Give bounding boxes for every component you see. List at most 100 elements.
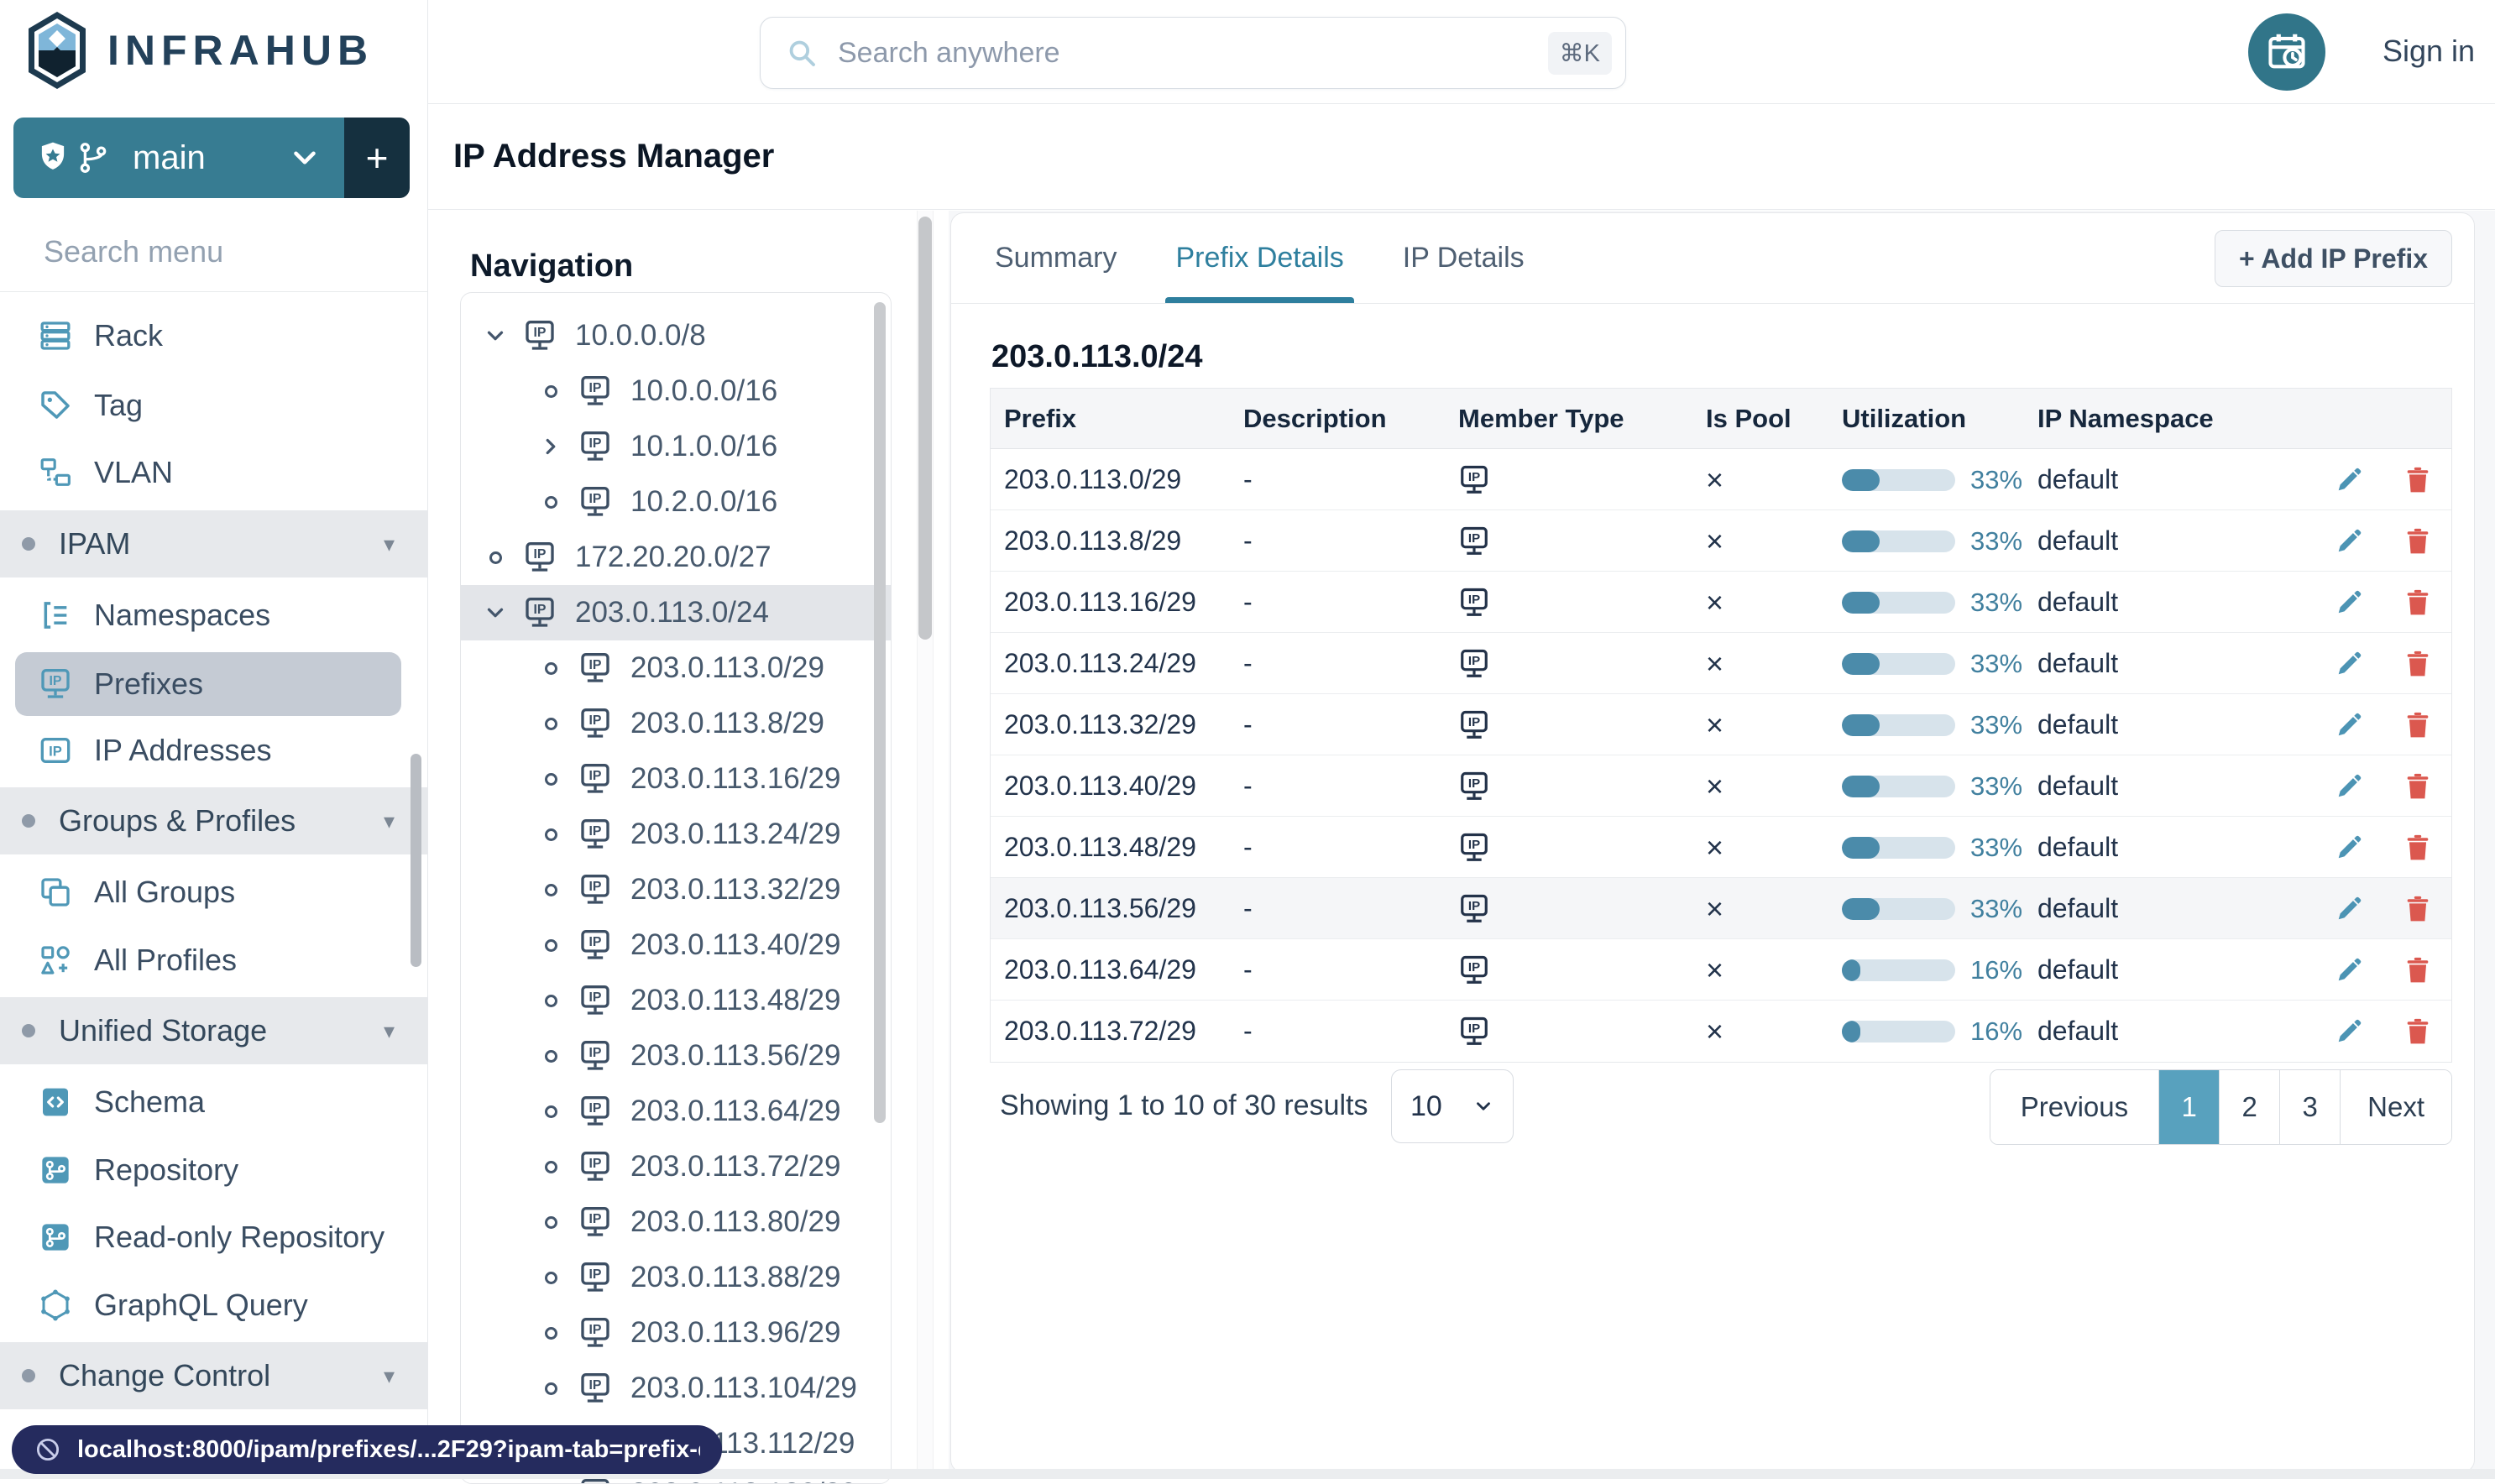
delete-icon[interactable] bbox=[2403, 955, 2433, 985]
sidebar-item-schema[interactable]: Schema bbox=[0, 1069, 428, 1136]
branch-dropdown[interactable]: main bbox=[13, 118, 344, 198]
edit-icon[interactable] bbox=[2334, 894, 2364, 924]
table-row[interactable]: 203.0.113.16/29 - × 33% default bbox=[991, 572, 2451, 633]
tab-summary[interactable]: Summary bbox=[995, 213, 1117, 303]
delete-icon[interactable] bbox=[2403, 649, 2433, 679]
tree-item[interactable]: 10.0.0.0/8 bbox=[461, 308, 891, 363]
table-row-hovered[interactable]: 203.0.113.56/29 - × 33% default bbox=[991, 878, 2451, 939]
table-row[interactable]: 203.0.113.8/29 - × 33% default bbox=[991, 510, 2451, 572]
time-travel-button[interactable] bbox=[2248, 13, 2325, 91]
tree-item-selected[interactable]: 203.0.113.0/24 bbox=[461, 585, 891, 640]
table-row[interactable]: 203.0.113.48/29 - × 33% default bbox=[991, 817, 2451, 878]
table-footer: Showing 1 to 10 of 30 results 10 Previou… bbox=[990, 1069, 2452, 1145]
chevron-down-icon[interactable] bbox=[481, 321, 510, 350]
sidebar-item-all-profiles[interactable]: All Profiles bbox=[0, 927, 428, 994]
sidebar-item-namespaces[interactable]: Namespaces bbox=[0, 582, 428, 649]
sidebar-item-all-groups[interactable]: All Groups bbox=[0, 859, 428, 926]
delete-icon[interactable] bbox=[2403, 526, 2433, 556]
tree-item[interactable]: 203.0.113.64/29 bbox=[461, 1084, 891, 1139]
tree-item[interactable]: 203.0.113.0/29 bbox=[461, 640, 891, 696]
sidebar-item-rack[interactable]: Rack bbox=[0, 302, 428, 369]
chevron-down-icon[interactable] bbox=[481, 598, 510, 627]
previous-page-button[interactable]: Previous bbox=[1990, 1070, 2159, 1144]
tree-item[interactable]: 203.0.113.32/29 bbox=[461, 862, 891, 917]
table-row[interactable]: 203.0.113.24/29 - × 33% default bbox=[991, 633, 2451, 694]
panel-scrollbar[interactable] bbox=[918, 217, 932, 640]
tree-item[interactable]: 203.0.113.40/29 bbox=[461, 917, 891, 973]
sidebar-item-repository[interactable]: Repository bbox=[0, 1137, 428, 1204]
edit-icon[interactable] bbox=[2334, 526, 2364, 556]
utilization-bar bbox=[1842, 591, 1955, 614]
tree-item[interactable]: 203.0.113.96/29 bbox=[461, 1305, 891, 1361]
tree-item[interactable]: 10.2.0.0/16 bbox=[461, 474, 891, 530]
delete-icon[interactable] bbox=[2403, 465, 2433, 495]
page-3-button[interactable]: 3 bbox=[2279, 1070, 2341, 1144]
tree-item[interactable]: 203.0.113.56/29 bbox=[461, 1028, 891, 1084]
tree-item[interactable]: 10.1.0.0/16 bbox=[461, 419, 891, 474]
tree-item[interactable]: 203.0.113.16/29 bbox=[461, 751, 891, 807]
delete-icon[interactable] bbox=[2403, 1016, 2433, 1047]
sidebar-item-readonly-repository[interactable]: Read-only Repository bbox=[0, 1204, 428, 1271]
tab-prefix-details[interactable]: Prefix Details bbox=[1165, 213, 1355, 303]
table-row[interactable]: 203.0.113.0/29 - × 33% default bbox=[991, 449, 2451, 510]
sidebar-item-ip-addresses[interactable]: IP Addresses bbox=[0, 717, 428, 784]
brand-logo[interactable]: INFRAHUB bbox=[25, 10, 374, 91]
table-row[interactable]: 203.0.113.32/29 - × 33% default bbox=[991, 694, 2451, 755]
page-1-button[interactable]: 1 bbox=[2158, 1070, 2220, 1144]
tree-item[interactable]: 203.0.113.80/29 bbox=[461, 1194, 891, 1250]
delete-icon[interactable] bbox=[2403, 833, 2433, 863]
table-row[interactable]: 203.0.113.64/29 - × 16% default bbox=[991, 939, 2451, 1001]
tree-item[interactable]: 203.0.113.48/29 bbox=[461, 973, 891, 1028]
ip-addresses-icon bbox=[39, 734, 72, 767]
table-row[interactable]: 203.0.113.40/29 - × 33% default bbox=[991, 755, 2451, 817]
delete-icon[interactable] bbox=[2403, 894, 2433, 924]
table-row[interactable]: 203.0.113.72/29 - × 16% default bbox=[991, 1001, 2451, 1062]
page-2-button[interactable]: 2 bbox=[2219, 1070, 2280, 1144]
sidebar-scrollbar[interactable] bbox=[411, 754, 421, 967]
tree-item[interactable]: 203.0.113.8/29 bbox=[461, 696, 891, 751]
delete-icon[interactable] bbox=[2403, 710, 2433, 740]
sidebar-item-graphql-query[interactable]: GraphQL Query bbox=[0, 1272, 428, 1339]
repository-icon bbox=[39, 1153, 72, 1187]
sign-in-link[interactable]: Sign in bbox=[2383, 34, 2475, 69]
tree-item[interactable]: 203.0.113.88/29 bbox=[461, 1250, 891, 1305]
sidebar-section-change-control[interactable]: Change Control ▾ bbox=[0, 1342, 428, 1409]
edit-icon[interactable] bbox=[2334, 465, 2364, 495]
edit-icon[interactable] bbox=[2334, 710, 2364, 740]
tab-ip-details[interactable]: IP Details bbox=[1403, 213, 1525, 303]
sidebar-search-input[interactable] bbox=[44, 233, 434, 269]
tree-item[interactable]: 203.0.113.104/29 bbox=[461, 1361, 891, 1416]
sidebar-item-vlan[interactable]: VLAN bbox=[0, 439, 428, 506]
tree-item[interactable]: 203.0.113.72/29 bbox=[461, 1139, 891, 1194]
next-page-button[interactable]: Next bbox=[2340, 1070, 2451, 1144]
edit-icon[interactable] bbox=[2334, 771, 2364, 802]
delete-icon[interactable] bbox=[2403, 771, 2433, 802]
cell-prefix: 203.0.113.24/29 bbox=[1004, 648, 1196, 678]
leaf-bullet-icon bbox=[536, 654, 565, 682]
edit-icon[interactable] bbox=[2334, 649, 2364, 679]
edit-icon[interactable] bbox=[2334, 1016, 2364, 1047]
add-branch-button[interactable]: + bbox=[344, 118, 410, 198]
tree-scrollbar[interactable] bbox=[874, 302, 886, 1123]
edit-icon[interactable] bbox=[2334, 833, 2364, 863]
page-size-select[interactable]: 10 bbox=[1391, 1069, 1514, 1143]
edit-icon[interactable] bbox=[2334, 588, 2364, 618]
tree-item[interactable]: 10.0.0.0/16 bbox=[461, 363, 891, 419]
sidebar-section-ipam[interactable]: IPAM ▾ bbox=[0, 510, 428, 577]
prefix-icon bbox=[1458, 954, 1490, 986]
leaf-bullet-icon bbox=[536, 765, 565, 793]
sidebar-section-unified-storage[interactable]: Unified Storage ▾ bbox=[0, 997, 428, 1064]
utilization-bar bbox=[1842, 468, 1955, 491]
edit-icon[interactable] bbox=[2334, 955, 2364, 985]
sidebar-item-prefixes[interactable]: Prefixes bbox=[0, 651, 428, 718]
sidebar: INFRAHUB main + Rack Tag VLAN IPAM ▾ Nam… bbox=[0, 0, 434, 1479]
add-ip-prefix-button[interactable]: + Add IP Prefix bbox=[2215, 230, 2452, 287]
delete-icon[interactable] bbox=[2403, 588, 2433, 618]
sidebar-item-tag[interactable]: Tag bbox=[0, 372, 428, 439]
global-search-input[interactable] bbox=[838, 36, 1548, 70]
cell-description: - bbox=[1243, 648, 1253, 678]
sidebar-section-groups-profiles[interactable]: Groups & Profiles ▾ bbox=[0, 787, 428, 854]
tree-item[interactable]: 172.20.20.0/27 bbox=[461, 530, 891, 585]
chevron-right-icon[interactable] bbox=[536, 432, 565, 461]
tree-item[interactable]: 203.0.113.24/29 bbox=[461, 807, 891, 862]
